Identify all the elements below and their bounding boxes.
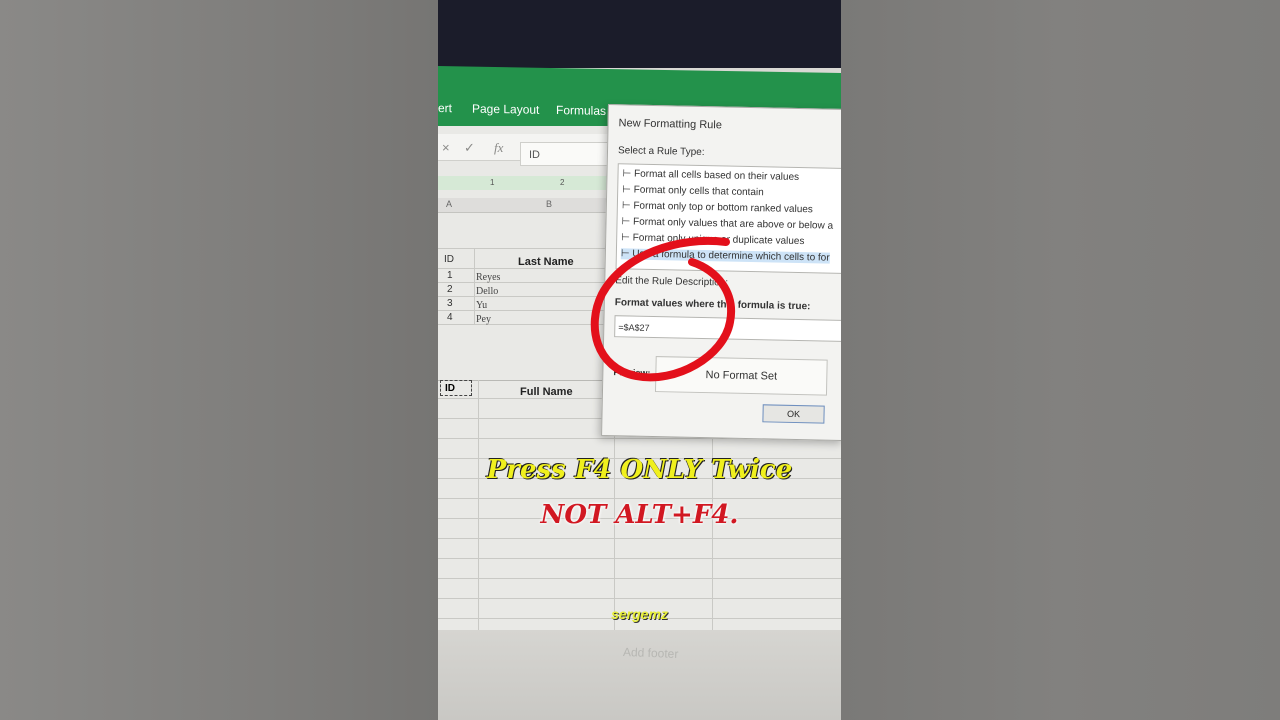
monitor-bezel bbox=[438, 0, 841, 68]
ok-button[interactable]: OK bbox=[762, 404, 825, 424]
ruler-mark: 2 bbox=[560, 178, 565, 187]
page-margin bbox=[438, 630, 841, 720]
cell-id[interactable]: 4 bbox=[447, 312, 453, 323]
creator-watermark: sergemz bbox=[611, 606, 668, 622]
rule-type-item[interactable]: ⊢ Format all cells based on their values bbox=[622, 168, 799, 183]
rule-type-item[interactable]: ⊢ Format only values that are above or b… bbox=[621, 216, 833, 231]
add-footer-hint[interactable]: Add footer bbox=[623, 645, 679, 661]
select-rule-type-label: Select a Rule Type: bbox=[617, 145, 705, 159]
blurred-background-left bbox=[0, 0, 438, 720]
caption-line-1: Press F4 ONLY Twice bbox=[486, 455, 793, 485]
selected-cell-id[interactable]: ID bbox=[440, 380, 472, 396]
grid-line bbox=[438, 598, 841, 599]
rule-type-item[interactable]: ⊢ Format only top or bottom ranked value… bbox=[622, 200, 813, 215]
ruler-mark: 1 bbox=[490, 178, 495, 187]
column-header-a[interactable]: A bbox=[446, 199, 452, 209]
caption-line-2: NOT ALT+F4. bbox=[540, 500, 739, 530]
cell-last-name[interactable]: Yu bbox=[476, 300, 487, 311]
red-circle-annotation bbox=[590, 236, 736, 382]
dialog-title: New Formatting Rule bbox=[618, 117, 723, 132]
tab-formulas[interactable]: Formulas bbox=[556, 103, 606, 118]
blurred-background-right bbox=[841, 0, 1280, 720]
formula-input[interactable]: ID bbox=[520, 142, 616, 166]
grid-line bbox=[474, 248, 475, 324]
cell-id[interactable]: 3 bbox=[447, 298, 453, 309]
cell-last-name[interactable]: Reyes bbox=[476, 272, 500, 283]
header-full-name: Full Name bbox=[520, 386, 573, 398]
grid-line bbox=[438, 498, 841, 499]
video-frame: ert Page Layout Formulas × ✓ fx ID 1 2 A… bbox=[438, 0, 841, 720]
tab-insert[interactable]: ert bbox=[438, 101, 452, 115]
enter-icon[interactable]: ✓ bbox=[464, 140, 475, 156]
rule-type-item[interactable]: ⊢ Format only cells that contain bbox=[622, 184, 764, 198]
cell-id[interactable]: 1 bbox=[447, 270, 453, 281]
column-headers: A B bbox=[438, 198, 618, 213]
grid-line bbox=[438, 578, 841, 579]
header-id: ID bbox=[444, 254, 454, 265]
column-header-b[interactable]: B bbox=[546, 199, 552, 209]
grid-line bbox=[438, 558, 841, 559]
page-ruler: 1 2 bbox=[438, 176, 618, 190]
fx-icon[interactable]: fx bbox=[494, 140, 503, 156]
tab-page-layout[interactable]: Page Layout bbox=[472, 102, 539, 117]
cell-last-name[interactable]: Pey bbox=[476, 314, 491, 325]
cancel-icon[interactable]: × bbox=[442, 140, 450, 155]
header-last-name: Last Name bbox=[518, 256, 574, 268]
formula-bar: × ✓ fx ID bbox=[438, 134, 618, 166]
cell-id[interactable]: 2 bbox=[447, 284, 453, 295]
grid-line bbox=[438, 538, 841, 539]
cell-last-name[interactable]: Dello bbox=[476, 286, 498, 297]
